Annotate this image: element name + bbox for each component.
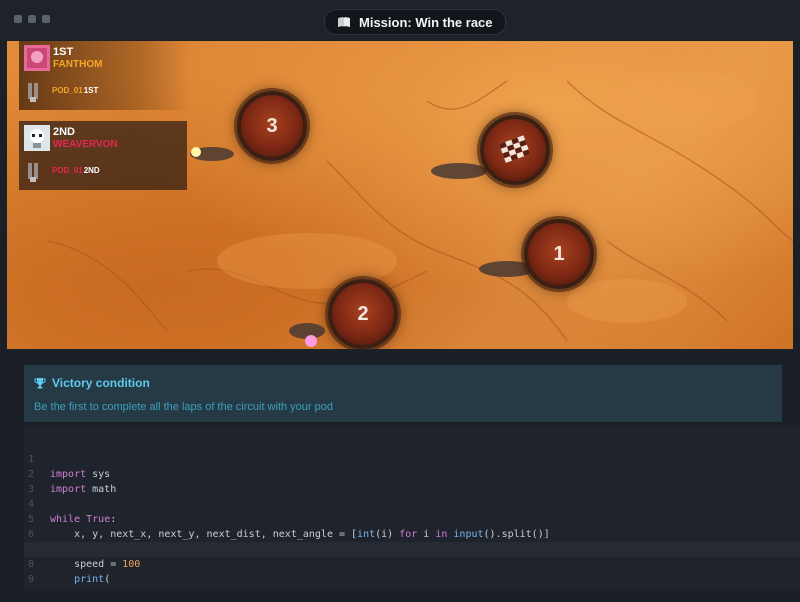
line-number: 9 <box>27 574 34 585</box>
player-name: FANTHOM <box>53 59 103 70</box>
code-line[interactable]: 7 speed = 100 <box>24 527 800 570</box>
top-bar: Mission: Win the race <box>0 0 800 40</box>
player-rank: 1ST <box>53 46 74 58</box>
code-line[interactable]: 4 while True: <box>24 482 800 525</box>
victory-title: Victory condition <box>52 376 150 390</box>
player-card: 2ND WEAVERVON POD_012ND <box>19 121 187 190</box>
avatar <box>24 125 50 151</box>
code-line[interactable]: 3 <box>24 467 800 495</box>
game-viewport[interactable]: 1ST FANTHOM POD_011ST 2ND WEAVERVON POD_… <box>7 41 793 349</box>
pod-thrust-flare <box>191 147 201 157</box>
mission-label: Mission: Win the race <box>359 14 493 30</box>
book-icon <box>338 17 350 27</box>
code-line[interactable]: 5 x, y, next_x, next_y, next_dist, next_… <box>24 497 800 540</box>
checkered-flag-icon <box>499 135 531 163</box>
trophy-icon <box>34 378 46 389</box>
avatar <box>24 45 50 71</box>
code-line[interactable]: 9 <box>24 557 800 585</box>
pod-icon <box>28 83 38 102</box>
victory-condition-panel: Victory condition Be the first to comple… <box>24 365 782 422</box>
victory-text: Be the first to complete all the laps of… <box>34 401 333 413</box>
window-control-icon[interactable] <box>28 15 36 23</box>
checkpoint-number: 2 <box>357 303 369 325</box>
checkpoint-finish <box>480 115 550 185</box>
pod-rank: 2ND <box>83 166 100 175</box>
code-line[interactable]: 2 import math <box>24 452 800 495</box>
code-text: print( <box>74 574 111 585</box>
player-rank: 2ND <box>53 126 76 138</box>
checkpoint: 1 <box>524 219 594 289</box>
window-control-icon[interactable] <box>14 15 22 23</box>
pod-id: POD_01 <box>52 166 83 175</box>
window-control-icon[interactable] <box>42 15 50 23</box>
checkpoint-number: 3 <box>266 115 278 137</box>
code-line[interactable]: 6 opponent_x, opponent_y = [int(i) for i… <box>24 512 800 555</box>
pod-status: POD_011ST <box>52 86 98 95</box>
pod-rank: 1ST <box>83 86 99 95</box>
code-line[interactable]: 1 import sys <box>24 437 800 480</box>
pod-icon <box>28 163 38 182</box>
mission-title[interactable]: Mission: Win the race <box>324 9 506 35</box>
window-controls <box>14 15 50 23</box>
checkpoint: 2 <box>328 279 398 349</box>
code-line-current[interactable]: 8 print( <box>24 542 800 585</box>
player-card: 1ST FANTHOM POD_011ST <box>19 41 191 110</box>
player-name: WEAVERVON <box>53 139 118 150</box>
pod-status: POD_012ND <box>52 166 100 175</box>
checkpoint: 3 <box>237 91 307 161</box>
pod-id: POD_01 <box>52 86 83 95</box>
code-editor[interactable]: 1 import sys 2 import math 3 4 while Tru… <box>24 426 800 589</box>
checkpoint-number: 1 <box>553 243 565 265</box>
pod-thrust-flare <box>305 335 317 347</box>
